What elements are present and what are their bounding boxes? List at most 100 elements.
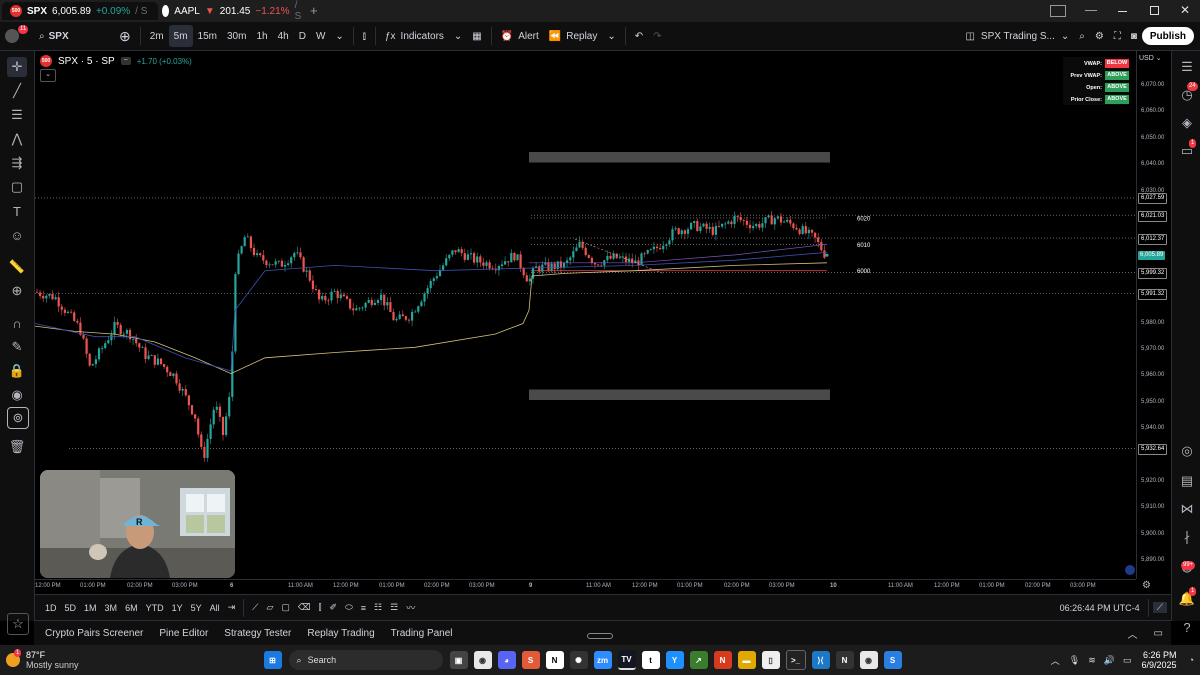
quick-search-icon[interactable]: ⌕ <box>1074 25 1090 47</box>
projection-icon[interactable]: ☲ <box>386 602 402 613</box>
wifi-icon[interactable]: ≋ <box>1088 655 1096 666</box>
range-all[interactable]: All <box>206 603 224 613</box>
chevron-up-icon[interactable]: ︿ <box>1051 654 1060 667</box>
help-icon[interactable]: ? <box>1177 617 1197 637</box>
range-6m[interactable]: 6M <box>121 603 142 613</box>
range-1m[interactable]: 1M <box>80 603 101 613</box>
lock-icon[interactable]: 🔒 <box>7 361 27 381</box>
minimize-icon[interactable] <box>1118 11 1127 12</box>
n-app-icon[interactable]: N <box>835 651 854 669</box>
tradingview-icon[interactable]: TV <box>617 650 636 670</box>
replay-button[interactable]: ⏪ Replay <box>544 25 603 47</box>
user-menu[interactable]: 11 <box>0 25 34 47</box>
currency-selector[interactable]: USD ⌄ <box>1139 54 1162 62</box>
menu-icon[interactable] <box>1085 10 1097 11</box>
tf-30m[interactable]: 30m <box>222 25 251 47</box>
legend-title[interactable]: SPX · 5 · SP <box>58 56 115 67</box>
notion-icon[interactable]: N <box>545 651 564 669</box>
target-icon[interactable]: ◎ <box>1177 441 1197 461</box>
folder-icon[interactable]: ▬ <box>737 651 756 669</box>
discord-icon[interactable]: ◕ <box>497 651 516 669</box>
chevron-up-icon[interactable]: ︿ <box>1120 626 1146 641</box>
pattern-icon[interactable]: ⋀ <box>7 129 27 149</box>
t-app-icon[interactable]: t <box>641 651 660 669</box>
layout-selector[interactable]: ◫ SPX Trading S... ⌄ <box>960 25 1074 47</box>
layers-icon[interactable]: ◈ <box>1177 113 1197 133</box>
tab-strategy-tester[interactable]: Strategy Tester <box>216 628 299 639</box>
new-tab-icon[interactable]: + <box>310 3 318 18</box>
chevron-down-icon[interactable]: ⌄ <box>602 25 620 47</box>
draw-tool-icon[interactable]: ⟋ <box>248 602 262 613</box>
price-axis[interactable]: USD ⌄ 6,070.00 6,060.00 6,050.00 6,040.00 6,… <box>1136 51 1172 579</box>
fib-retrace-icon[interactable]: ≡ <box>357 603 370 613</box>
forecast-icon[interactable]: ⇶ <box>7 153 27 173</box>
chrome-icon[interactable]: ◉ <box>473 651 492 669</box>
browser-tab-aapl[interactable]: AAPL ▼ 201.45 −1.21% / S <box>154 0 310 22</box>
stay-drawing-icon[interactable]: ✎ <box>7 337 27 357</box>
auto-scale-icon[interactable]: ⟋ <box>1152 602 1167 613</box>
tab-replay-trading[interactable]: Replay Trading <box>299 628 382 639</box>
volume-icon[interactable]: 🔊 <box>1104 655 1115 666</box>
taskbar-search[interactable]: ⌕ Search <box>288 650 443 670</box>
panel-resize-handle[interactable] <box>587 633 613 639</box>
magnet-icon[interactable]: ∩ <box>7 313 27 333</box>
indicators-button[interactable]: ƒx Indicators <box>380 25 449 47</box>
candles-icon[interactable]: ⫿ <box>315 602 326 613</box>
zoom-icon[interactable]: ⊕ <box>7 281 27 301</box>
zoom-icon[interactable]: zm <box>593 651 612 669</box>
publish-button[interactable]: Publish <box>1141 27 1194 45</box>
eye-icon[interactable]: ◉ <box>7 385 27 405</box>
watchlist-icon[interactable]: ☰ <box>1177 57 1197 77</box>
parallel-channel-icon[interactable]: ▱ <box>262 602 277 613</box>
collapse-icon[interactable]: − <box>120 57 131 65</box>
chevron-down-icon[interactable]: ⌄ <box>330 25 348 47</box>
ellipse-icon[interactable]: ⬭ <box>341 602 357 613</box>
brush-icon[interactable]: ✐ <box>326 602 342 613</box>
fullscreen-icon[interactable]: ⛶ <box>1109 25 1126 47</box>
y-app-icon[interactable]: Y <box>665 651 684 669</box>
tf-15m[interactable]: 15m <box>193 25 222 47</box>
tf-5m[interactable]: 5m <box>168 25 193 47</box>
trendline-icon[interactable]: ╱ <box>7 81 27 101</box>
alert-button[interactable]: ⏰ Alert <box>496 25 544 47</box>
chevron-down-icon[interactable]: ⌄ <box>449 25 467 47</box>
range-5d[interactable]: 5D <box>61 603 81 613</box>
trash-icon[interactable]: 🗑 <box>7 437 27 457</box>
settings-icon[interactable]: ⚙ <box>1090 25 1109 47</box>
text-icon[interactable]: T <box>7 201 27 221</box>
browser-tab-spx[interactable]: 500 SPX 6,005.89 +0.09% / S <box>2 2 158 20</box>
s-blue-app-icon[interactable]: S <box>883 651 902 669</box>
notification-center-icon[interactable]: ◔ <box>1189 655 1194 665</box>
ruler-icon[interactable]: 📏 <box>7 257 27 277</box>
add-symbol-button[interactable]: ⊕ <box>114 25 136 47</box>
path-icon[interactable]: 〰 <box>402 601 419 614</box>
time-axis[interactable]: 12:00 PM 01:00 PM 02:00 PM 03:00 PM 6 11:00 A… <box>35 579 1136 594</box>
clock-timezone[interactable]: 06:26:44 PM UTC-4 <box>1056 603 1144 613</box>
chart-app-icon[interactable]: ↗ <box>689 651 708 669</box>
weather-widget[interactable]: 87°F Mostly sunny <box>26 650 79 670</box>
range-5y[interactable]: 5Y <box>187 603 206 613</box>
terminal-icon[interactable]: >_ <box>785 650 806 670</box>
system-clock[interactable]: 6:26 PM 6/9/2025 <box>1142 650 1177 670</box>
symbol-search[interactable]: ⌕ SPX <box>34 25 114 47</box>
fork-icon[interactable]: ∤ <box>1177 527 1197 547</box>
globe-icon[interactable]: ⊚ <box>7 407 29 429</box>
tf-d[interactable]: D <box>294 25 311 47</box>
goto-date-icon[interactable]: ⇥ <box>224 602 240 613</box>
close-icon[interactable]: ✕ <box>1180 3 1190 17</box>
restore-icon[interactable] <box>1150 6 1159 15</box>
tf-4h[interactable]: 4h <box>273 25 294 47</box>
windows-start-icon[interactable]: ⊞ <box>263 651 282 669</box>
candle-type-icon[interactable]: ⫾ <box>358 25 371 47</box>
templates-icon[interactable]: ▦ <box>467 25 486 47</box>
emoji-icon[interactable]: ☺ <box>7 225 27 245</box>
range-1d[interactable]: 1D <box>41 603 61 613</box>
document-icon[interactable]: ▯ <box>761 651 780 669</box>
range-3m[interactable]: 3M <box>101 603 122 613</box>
range-1y[interactable]: 1Y <box>168 603 187 613</box>
s-app-icon[interactable]: S <box>521 651 540 669</box>
tab-pine-editor[interactable]: Pine Editor <box>151 628 216 639</box>
battery-icon[interactable]: ▭ <box>1123 655 1132 666</box>
camera-icon[interactable]: ◙ <box>1126 25 1142 47</box>
calendar-icon[interactable]: ▤ <box>1177 471 1197 491</box>
